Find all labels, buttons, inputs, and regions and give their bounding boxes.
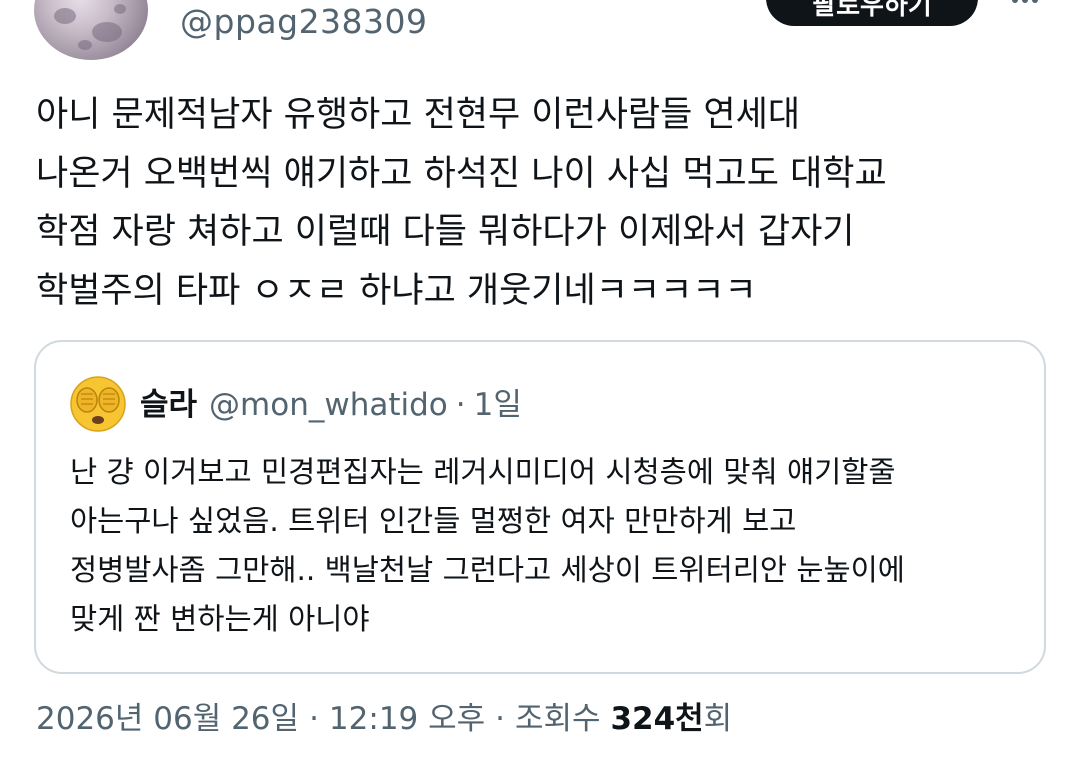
- quote-author-name[interactable]: 슬라: [140, 387, 197, 423]
- moon-crater: [92, 22, 122, 42]
- quote-text: 난 걍 이거보고 민경편집자는 레거시미디어 시청층에 맞춰 얘기할줄 아는구나…: [70, 455, 905, 636]
- user-avatar[interactable]: [34, 0, 148, 60]
- views-label: 조회수: [515, 701, 601, 737]
- author-handle[interactable]: @ppag238309: [180, 0, 428, 44]
- tweet-meta: 2026년 06월 26일 · 12:19 오후 · 조회수 324천회: [36, 694, 732, 744]
- quote-header: 슬라 @mon_whatido · 1일: [140, 380, 522, 430]
- moon-crater: [78, 40, 92, 50]
- quote-timestamp[interactable]: 1일: [474, 387, 522, 423]
- moon-crater: [114, 4, 126, 14]
- more-horizontal-icon[interactable]: [1010, 0, 1040, 8]
- follow-button[interactable]: 팔로우하기: [766, 0, 978, 26]
- tweet-text: 아니 문제적남자 유행하고 전현무 이런사람들 연세대 나온거 오백번씩 얘기하…: [36, 95, 887, 311]
- separator-dot: ·: [455, 387, 466, 423]
- tweet-date[interactable]: 2026년 06월 26일: [36, 701, 299, 737]
- views-suffix: 회: [703, 701, 733, 737]
- views-count: 324천: [610, 701, 704, 737]
- face-covering-eyes-icon[interactable]: [70, 376, 126, 432]
- moon-crater: [54, 8, 76, 24]
- quote-tweet-card[interactable]: 슬라 @mon_whatido · 1일 난 걍 이거보고 민경편집자는 레거시미디어…: [34, 340, 1046, 674]
- separator-dot: ·: [495, 701, 506, 737]
- tweet-time[interactable]: 12:19 오후: [329, 701, 485, 737]
- quote-author-handle[interactable]: @mon_whatido: [209, 387, 448, 423]
- separator-dot: ·: [309, 701, 319, 737]
